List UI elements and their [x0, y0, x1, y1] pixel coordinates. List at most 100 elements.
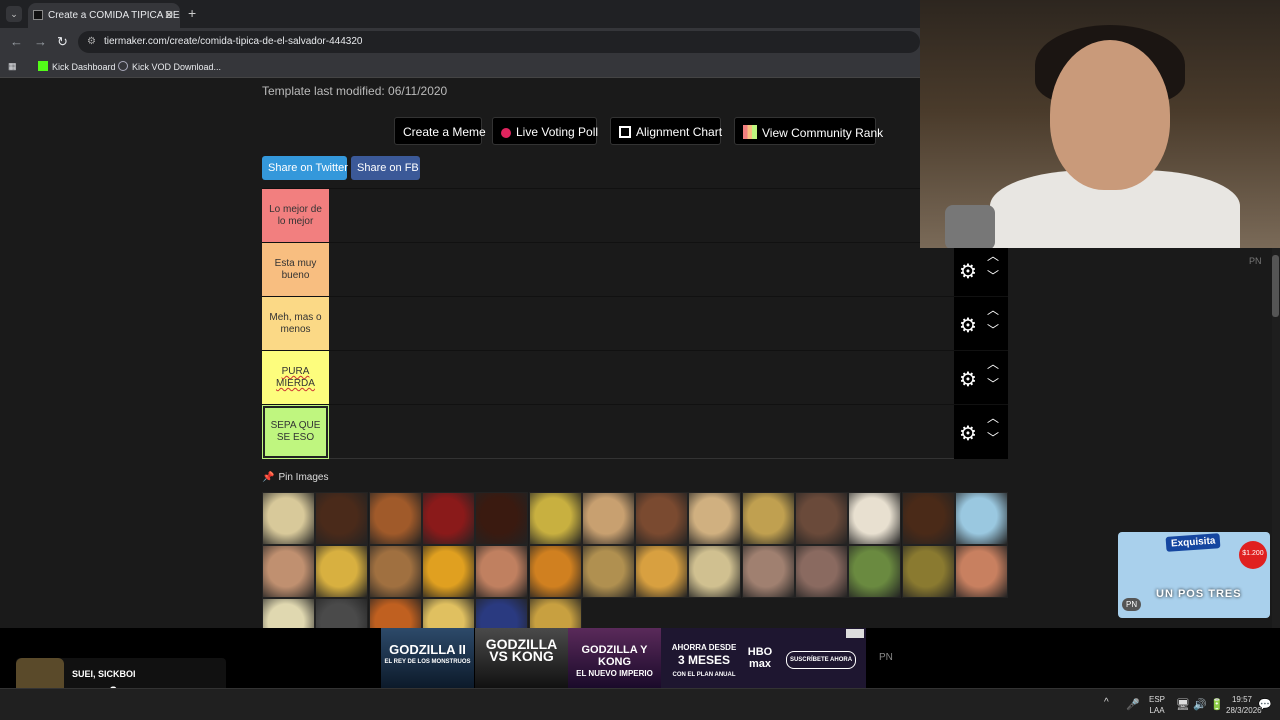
- food-image-tile[interactable]: [262, 492, 315, 545]
- battery-icon[interactable]: 🔋: [1210, 698, 1224, 711]
- ad-movie-nuevo-imperio[interactable]: GODZILLA Y KONG EL NUEVO IMPERIO: [568, 628, 661, 688]
- food-image-tile[interactable]: [528, 545, 582, 598]
- tier-drop-zone[interactable]: [329, 351, 954, 405]
- food-image-tile[interactable]: [795, 545, 848, 598]
- side-advertisement[interactable]: Exquisita $1.200 UN POS TRES PN: [1118, 532, 1270, 618]
- food-image-tile[interactable]: [421, 598, 475, 628]
- chevron-up-icon[interactable]: ︿: [987, 247, 999, 264]
- app-icon[interactable]: [572, 695, 590, 713]
- food-image-tile[interactable]: [368, 598, 422, 628]
- share-fb-button[interactable]: Share on FB: [351, 156, 420, 180]
- food-image-tile[interactable]: [421, 545, 475, 598]
- gear-icon[interactable]: ⚙: [959, 313, 977, 338]
- chevron-down-icon[interactable]: ﹀: [987, 375, 999, 392]
- food-image-tile[interactable]: [954, 545, 1008, 598]
- ad-movie-godzilla-kong[interactable]: GODZILLA VS KONG: [475, 628, 568, 688]
- food-image-tile[interactable]: [688, 492, 742, 545]
- epic-games-icon[interactable]: [719, 695, 737, 713]
- tier-label[interactable]: Lo mejor de lo mejor: [262, 189, 329, 243]
- food-image-tile[interactable]: [262, 598, 315, 628]
- food-image-tile[interactable]: [528, 598, 582, 628]
- url-input[interactable]: ⚙ tiermaker.com/create/comida-tipica-de-…: [78, 31, 920, 53]
- food-image-tile[interactable]: [368, 492, 422, 545]
- gear-icon[interactable]: ⚙: [959, 421, 977, 446]
- food-image-tile[interactable]: [741, 545, 795, 598]
- food-image-tile[interactable]: [368, 545, 422, 598]
- food-image-tile[interactable]: [848, 545, 902, 598]
- pin-images-toggle[interactable]: 📌 Pin Images: [262, 472, 328, 483]
- notifications-icon[interactable]: 💬: [1258, 698, 1272, 711]
- food-image-tile[interactable]: [581, 492, 635, 545]
- food-image-tile[interactable]: [315, 545, 369, 598]
- brave-icon[interactable]: [689, 695, 707, 713]
- food-image-tile[interactable]: [315, 492, 369, 545]
- browser-tab[interactable]: Create a COMIDA TIPICA DE EL ✕: [28, 3, 180, 28]
- steam-icon[interactable]: [749, 695, 767, 713]
- tier-label[interactable]: Esta muy bueno: [262, 243, 329, 297]
- bookmark-kick-dashboard[interactable]: Kick Dashboard: [38, 61, 116, 72]
- food-image-tile[interactable]: [421, 492, 475, 545]
- share-twitter-button[interactable]: Share on Twitter: [262, 156, 348, 180]
- language-indicator[interactable]: ESP LAA: [1149, 694, 1165, 716]
- microphone-icon[interactable]: 🎤: [1126, 698, 1140, 711]
- edge-icon[interactable]: [601, 695, 619, 713]
- tab-search-icon[interactable]: ⌄: [6, 6, 22, 22]
- site-info-icon[interactable]: ⚙: [87, 36, 96, 47]
- food-image-tile[interactable]: [475, 545, 529, 598]
- ad-cta-button[interactable]: SUSCRÍBETE AHORA: [786, 651, 856, 669]
- tier-drop-zone[interactable]: [329, 297, 954, 351]
- chevron-down-icon[interactable]: ﹀: [987, 267, 999, 284]
- food-image-tile[interactable]: [262, 545, 315, 598]
- alignment-chart-button[interactable]: Alignment Chart: [610, 117, 722, 145]
- tier-label-editing[interactable]: SEPA QUE SE ESO: [262, 405, 329, 459]
- food-image-tile[interactable]: [635, 492, 689, 545]
- food-image-tile[interactable]: [635, 545, 689, 598]
- chevron-up-icon[interactable]: ︿: [987, 355, 999, 372]
- chrome-icon[interactable]: [660, 695, 678, 713]
- ad-movie-godzilla-2[interactable]: GODZILLA II EL REY DE LOS MONSTRUOS: [381, 628, 474, 688]
- food-image-tile[interactable]: [901, 492, 955, 545]
- food-image-tile[interactable]: [901, 545, 955, 598]
- windows-start-icon[interactable]: [485, 695, 503, 713]
- live-voting-poll-button[interactable]: Live Voting Poll: [492, 117, 598, 145]
- network-icon[interactable]: 🖥: [1176, 698, 1190, 711]
- chevron-up-icon[interactable]: ︿: [987, 301, 999, 318]
- create-meme-button[interactable]: Create a Meme: [394, 117, 486, 145]
- spotify-icon[interactable]: [543, 695, 561, 713]
- tier-label[interactable]: Meh, mas o menos: [262, 297, 329, 351]
- food-image-tile[interactable]: [528, 492, 582, 545]
- forward-icon[interactable]: →: [34, 34, 47, 49]
- file-explorer-icon[interactable]: [514, 695, 532, 713]
- close-tab-icon[interactable]: ✕: [164, 8, 174, 22]
- ad-choices-icon[interactable]: [846, 629, 864, 638]
- ad-hbo-promo[interactable]: AHORRA DESDE 3 MESES CON EL PLAN ANUAL HBO…: [661, 628, 866, 688]
- tier-drop-zone[interactable]: [329, 189, 954, 243]
- food-image-tile[interactable]: [475, 492, 529, 545]
- food-image-tile[interactable]: [581, 545, 635, 598]
- new-tab-icon[interactable]: +: [188, 5, 196, 21]
- chevron-down-icon[interactable]: ﹀: [987, 429, 999, 446]
- apps-icon[interactable]: ▦: [8, 61, 17, 72]
- bookmark-kick-vod[interactable]: Kick VOD Download...: [118, 61, 221, 72]
- tier-drop-zone[interactable]: [329, 243, 954, 297]
- clock[interactable]: 19:57 28/3/2026: [1226, 694, 1262, 716]
- food-image-tile[interactable]: [795, 492, 848, 545]
- food-image-tile[interactable]: [688, 545, 742, 598]
- food-image-tile[interactable]: [741, 492, 795, 545]
- food-image-tile[interactable]: [475, 598, 529, 628]
- gear-icon[interactable]: ⚙: [959, 367, 977, 392]
- discord-icon[interactable]: [631, 695, 649, 713]
- tray-overflow-icon[interactable]: ^: [1104, 697, 1109, 708]
- food-image-tile[interactable]: [848, 492, 902, 545]
- food-image-tile[interactable]: [954, 492, 1008, 545]
- gear-icon[interactable]: ⚙: [959, 259, 977, 284]
- food-image-tile[interactable]: [315, 598, 369, 628]
- view-community-rank-button[interactable]: View Community Rank: [734, 117, 883, 145]
- scrollbar-thumb[interactable]: [1272, 255, 1279, 317]
- volume-icon[interactable]: 🔊: [1193, 698, 1207, 711]
- chevron-up-icon[interactable]: ︿: [987, 409, 999, 426]
- tier-drop-zone[interactable]: [329, 405, 954, 459]
- tier-label[interactable]: PURA MIERDA: [262, 351, 329, 405]
- whatsapp-icon[interactable]: [779, 695, 797, 713]
- chevron-down-icon[interactable]: ﹀: [987, 321, 999, 338]
